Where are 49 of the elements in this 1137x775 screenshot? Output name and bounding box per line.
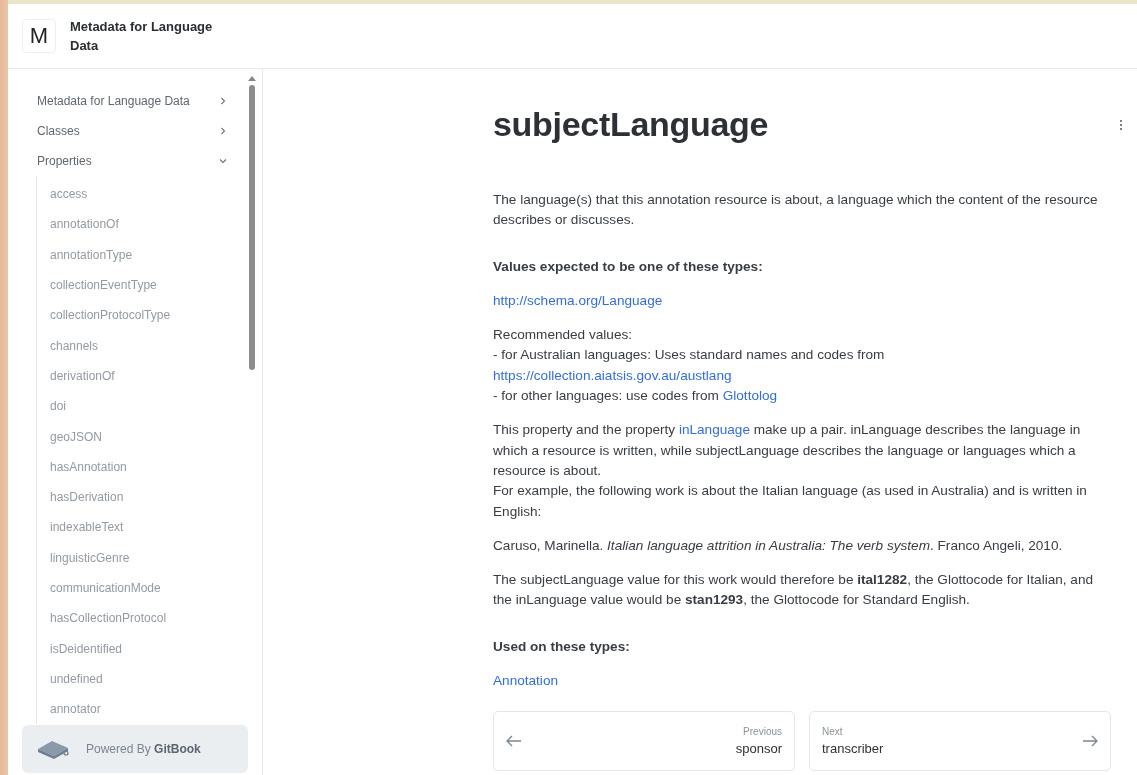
scrollbar-thumb[interactable]: [249, 85, 255, 370]
paragraph: Caruso, Marinella. Italian language attrition in Australia: The verb system. Franco Angeli, 2010.: [493, 536, 1064, 555]
previous-caption: Previous: [743, 726, 782, 738]
previous-page-card[interactable]: Previous sponsor: [493, 711, 795, 772]
nav-subitem[interactable]: hasAnnotation: [37, 451, 230, 482]
paragraph: The subjectLanguage value for this work would therefore be ital1282, the Glottocode for Italian, and the inLanguage value would be stan1293, the Glottocode for Standard English.: [493, 571, 1095, 610]
nav-item[interactable]: Classes: [37, 116, 230, 146]
paragraph: This property and the property inLanguage make up a pair. inLanguage describes the language in which a resource is written, while subjectLanguage describes the language or languages which a resource is about. For example, the following work is about the Italian language (as used in Australia) and is written in English:: [493, 421, 1088, 521]
nav-subitem[interactable]: linguisticGenre: [37, 542, 230, 573]
site-logo[interactable]: M: [22, 19, 56, 53]
section-heading: Used on these types:: [493, 637, 631, 656]
more-options-icon[interactable]: [1119, 118, 1123, 131]
nav-item[interactable]: Metadata for Language Data: [37, 86, 230, 116]
nav-subitem[interactable]: undefined: [37, 663, 230, 695]
paragraph: The language(s) that this annotation resource is about, a language which the content of the resource describes or discusses.: [493, 191, 1099, 230]
link[interactable]: http://schema.org/Language: [493, 292, 663, 308]
next-page-card[interactable]: Next transcriber: [809, 711, 1111, 772]
nav-subitem[interactable]: isDeidentified: [37, 633, 230, 664]
nav-subitem[interactable]: doi: [37, 391, 230, 422]
nav-subitem[interactable]: geoJSON: [37, 421, 230, 452]
powered-by-button[interactable]: Powered By GitBook: [22, 725, 248, 773]
arrow-left-icon: [506, 735, 522, 748]
nav-subitem[interactable]: annotationOf: [37, 209, 230, 240]
nav-item[interactable]: Properties: [37, 146, 230, 176]
nav-subitem[interactable]: annotationType: [37, 239, 230, 270]
nav-subitem[interactable]: collectionProtocolType: [37, 300, 230, 331]
nav-subitem[interactable]: access: [37, 179, 230, 210]
link[interactable]: inLanguage: [678, 422, 750, 438]
scroll-up-icon[interactable]: [248, 75, 256, 81]
next-page-title: transcriber: [822, 741, 884, 757]
next-caption: Next: [822, 726, 844, 738]
link[interactable]: https://collection.aiatsis.gov.au/austlang: [493, 367, 732, 383]
link[interactable]: Annotation: [493, 673, 558, 689]
previous-page-title: sponsor: [735, 741, 782, 757]
nav-subitem[interactable]: channels: [37, 330, 230, 361]
section-heading: Values expected to be one of these types:: [493, 257, 764, 276]
paragraph: Recommended values: - for Australian languages: Uses standard names and codes from https://collection.aiatsis.gov.au/austlang - for other languages: use codes from Glottolog: [493, 326, 886, 406]
arrow-right-icon: [1082, 735, 1098, 748]
link[interactable]: Glottolog: [722, 388, 778, 404]
nav-subitem[interactable]: annotator: [37, 694, 230, 725]
nav-subitem[interactable]: communicationMode: [37, 572, 230, 604]
nav-subitem[interactable]: indexableText: [37, 512, 230, 543]
nav-subitem[interactable]: hasCollectionProtocol: [37, 603, 230, 634]
nav-subitem[interactable]: hasDerivation: [37, 481, 230, 513]
book-icon: [36, 738, 70, 760]
nav-subitem[interactable]: collectionEventType: [37, 269, 230, 301]
nav-subitem[interactable]: derivationOf: [37, 360, 230, 392]
site-title[interactable]: Metadata for Language Data: [70, 17, 220, 55]
page-title: subjectLanguage: [493, 105, 769, 144]
